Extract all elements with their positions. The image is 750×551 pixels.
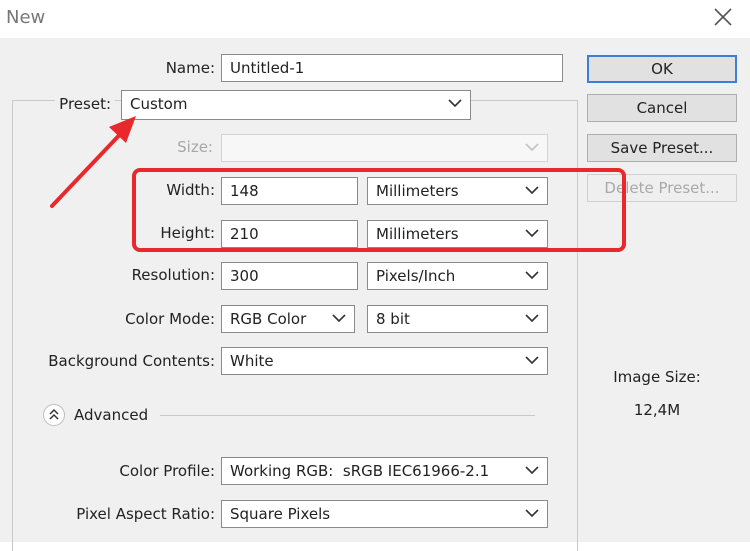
pixel-aspect-ratio-value: Square Pixels [230, 505, 331, 523]
height-label: Height: [160, 224, 215, 242]
chevron-down-icon [525, 314, 539, 323]
size-label: Size: [177, 138, 213, 156]
chevron-down-icon [448, 99, 462, 108]
close-icon[interactable] [710, 4, 736, 30]
color-mode-select[interactable]: RGB Color [221, 305, 355, 333]
width-unit-select[interactable]: Millimeters [367, 177, 548, 205]
resolution-unit-select[interactable]: Pixels/Inch [367, 262, 548, 290]
name-label: Name: [165, 59, 215, 77]
resolution-label: Resolution: [131, 266, 215, 284]
chevron-down-icon [525, 271, 539, 280]
pixel-aspect-ratio-select[interactable]: Square Pixels [221, 500, 548, 528]
preset-select[interactable]: Custom [121, 90, 471, 120]
background-contents-select[interactable]: White [221, 347, 548, 375]
chevron-down-icon [332, 314, 346, 323]
chevron-down-icon [525, 356, 539, 365]
cancel-button[interactable]: Cancel [587, 94, 737, 122]
ok-button[interactable]: OK [587, 55, 737, 83]
width-input[interactable]: 148 [221, 177, 358, 205]
chevron-down-icon [525, 143, 539, 152]
chevron-down-icon [525, 229, 539, 238]
background-contents-label: Background Contents: [48, 352, 215, 370]
pixel-aspect-ratio-label: Pixel Aspect Ratio: [76, 505, 215, 523]
width-label: Width: [166, 181, 215, 199]
bit-depth-value: 8 bit [376, 310, 410, 328]
advanced-divider [160, 415, 535, 416]
height-unit-select[interactable]: Millimeters [367, 220, 548, 248]
preset-select-value: Custom [130, 95, 188, 113]
advanced-label: Advanced [74, 406, 149, 424]
color-profile-value: Working RGB: sRGB IEC61966-2.1 [230, 462, 490, 480]
color-mode-label: Color Mode: [125, 310, 215, 328]
color-profile-select[interactable]: Working RGB: sRGB IEC61966-2.1 [221, 457, 548, 485]
delete-preset-button: Delete Preset... [587, 174, 737, 202]
preset-label: Preset: [55, 95, 115, 113]
resolution-unit-value: Pixels/Inch [376, 267, 456, 285]
image-size-value: 12,4M [633, 401, 681, 419]
chevron-down-icon [525, 509, 539, 518]
chevron-up-double-icon [49, 408, 59, 420]
advanced-toggle[interactable] [43, 404, 65, 426]
resolution-input[interactable]: 300 [221, 262, 358, 290]
color-profile-label: Color Profile: [119, 462, 215, 480]
image-size-label: Image Size: [613, 368, 701, 386]
chevron-down-icon [525, 466, 539, 475]
height-unit-value: Millimeters [376, 225, 459, 243]
save-preset-button[interactable]: Save Preset... [587, 134, 737, 162]
background-contents-value: White [230, 352, 274, 370]
height-input[interactable]: 210 [221, 220, 358, 248]
bit-depth-select[interactable]: 8 bit [367, 305, 548, 333]
color-mode-value: RGB Color [230, 310, 307, 328]
size-select [221, 134, 548, 162]
name-input[interactable]: Untitled-1 [221, 54, 563, 82]
chevron-down-icon [525, 186, 539, 195]
dialog-title: New [6, 7, 46, 28]
width-unit-value: Millimeters [376, 182, 459, 200]
